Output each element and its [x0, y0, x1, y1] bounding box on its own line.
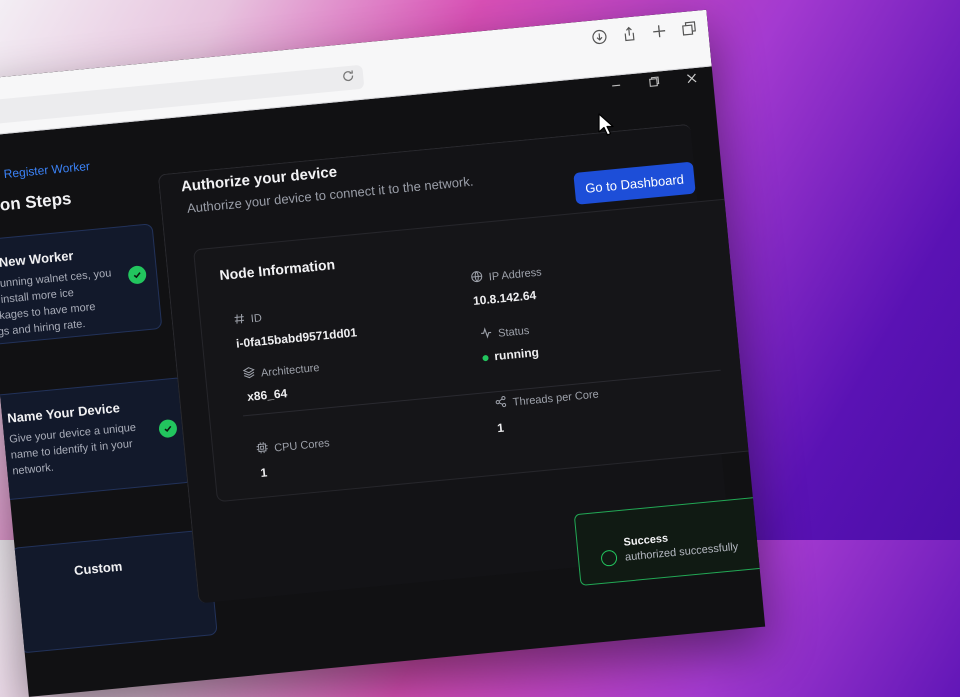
minimize-icon[interactable]: [609, 78, 624, 93]
cursor-icon: [598, 113, 614, 136]
plus-icon[interactable]: [649, 21, 669, 41]
close-icon[interactable]: [684, 71, 699, 86]
toast-title: Success: [623, 532, 669, 549]
reload-icon[interactable]: [341, 68, 358, 85]
activity-icon: [480, 326, 493, 342]
breadcrumb: e › Register Worker: [0, 159, 90, 184]
share-icon[interactable]: [620, 24, 640, 44]
id-label: ID: [233, 311, 262, 328]
maximize-icon[interactable]: [646, 74, 661, 89]
node-information-card: [193, 195, 766, 503]
check-circle-icon: [600, 549, 618, 567]
step-card-select-worker[interactable]: ect New Worker ect running walnet ces, y…: [0, 223, 163, 348]
tabs-icon[interactable]: [679, 19, 699, 39]
step-title: Custom: [73, 558, 123, 579]
download-icon[interactable]: [590, 27, 610, 47]
step-description: ect running walnet ces, you can install …: [0, 267, 112, 340]
status-dot: [482, 354, 489, 362]
step-card-custom[interactable]: Custom: [10, 529, 218, 654]
share-nodes-icon: [494, 395, 507, 411]
globe-icon: [470, 270, 483, 286]
check-icon: [127, 265, 148, 285]
step-card-name-device[interactable]: Name Your Device Give your device a uniq…: [0, 376, 194, 502]
check-icon: [158, 418, 178, 439]
layers-icon: [242, 366, 255, 382]
cpu-icon: [256, 441, 269, 457]
cpu-cores-value: 1: [259, 465, 268, 480]
steps-title: ation Steps: [0, 188, 73, 217]
breadcrumb-current[interactable]: Register Worker: [3, 159, 90, 181]
hash-icon: [233, 313, 245, 328]
browser-window: e › Register Worker ation Steps ect New …: [0, 9, 766, 697]
address-bar[interactable]: [0, 64, 365, 126]
threads-per-core-value: 1: [496, 420, 505, 436]
scene: e › Register Worker ation Steps ect New …: [0, 0, 960, 697]
step-description: Give your device a unique name to identi…: [8, 421, 137, 478]
